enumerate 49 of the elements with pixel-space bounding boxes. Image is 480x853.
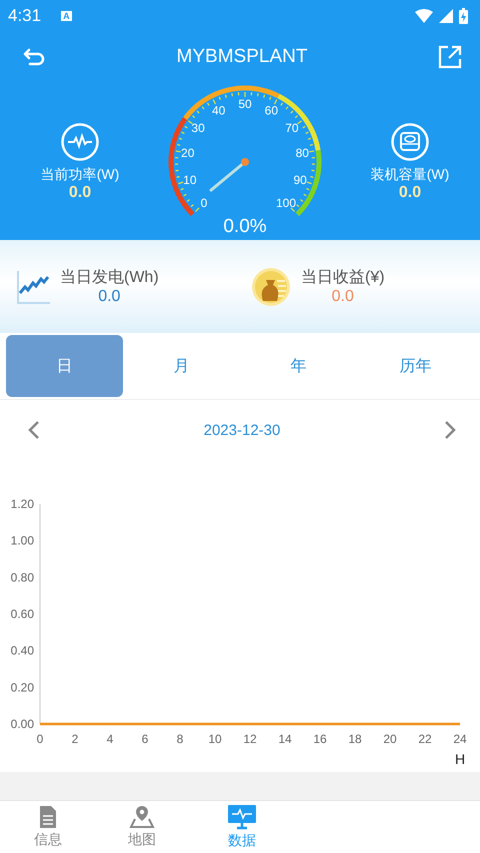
x-tick-label: 8 — [176, 732, 184, 746]
y-tick-label: 0.40 — [10, 644, 34, 658]
date-label: 2023-12-30 — [204, 422, 280, 438]
notification-icon: A — [61, 11, 72, 21]
x-tick-label: 20 — [383, 732, 397, 746]
pulse-icon — [60, 122, 100, 162]
y-tick-label: 0.00 — [10, 717, 34, 731]
period-tab[interactable]: 日 — [6, 335, 123, 397]
x-tick-label: 22 — [418, 732, 432, 746]
battery-icon — [459, 8, 468, 24]
power-value: 0.0 — [68, 184, 92, 202]
capacity-icon — [390, 122, 430, 162]
wifi-icon — [415, 9, 433, 23]
y-tick-label: 0.20 — [10, 680, 34, 694]
status-time: 4:31 — [8, 6, 42, 26]
y-tick-label: 0.80 — [10, 570, 34, 584]
x-tick-label: 18 — [348, 732, 362, 746]
signal-icon — [439, 9, 453, 23]
window-title: MYBMSPLANT — [176, 46, 308, 68]
period-tab[interactable]: 月 — [123, 335, 240, 397]
x-tick-label: 2 — [72, 732, 78, 746]
nav-tab[interactable]: 数据 — [192, 801, 292, 853]
capacity-value: 0.0 — [398, 184, 422, 202]
x-tick-label: 10 — [208, 732, 222, 746]
x-tick-label: 14 — [278, 732, 292, 746]
summary-value: 0.0 — [98, 288, 120, 306]
money-bag-icon — [251, 266, 291, 306]
capacity-label: 装机容量(W) — [370, 166, 450, 184]
period-tab[interactable]: 历年 — [357, 335, 474, 397]
power-label: 当前功率(W) — [40, 166, 120, 184]
period-tab[interactable]: 年 — [240, 335, 357, 397]
y-tick-label: 1.20 — [10, 497, 34, 511]
map-pin-icon — [129, 805, 155, 829]
x-axis-label: H — [454, 751, 466, 767]
summary-value: 0.0 — [332, 288, 354, 306]
x-tick-label: 6 — [142, 732, 148, 746]
document-icon — [37, 805, 59, 829]
summary-label: 当日收益(¥) — [301, 268, 385, 288]
gauge-reading: 0.0% — [222, 216, 268, 238]
y-tick-label: 1.00 — [10, 534, 34, 548]
summary-label: 当日发电(Wh) — [60, 268, 159, 288]
x-tick-label: 16 — [313, 732, 327, 746]
y-tick-label: 0.60 — [10, 607, 34, 621]
trend-chart-icon — [16, 268, 50, 304]
x-tick-label: 12 — [243, 732, 257, 746]
monitor-icon — [227, 804, 257, 830]
x-tick-label: 0 — [36, 732, 44, 746]
x-tick-label: 4 — [106, 732, 114, 746]
x-tick-label: 24 — [453, 732, 467, 746]
